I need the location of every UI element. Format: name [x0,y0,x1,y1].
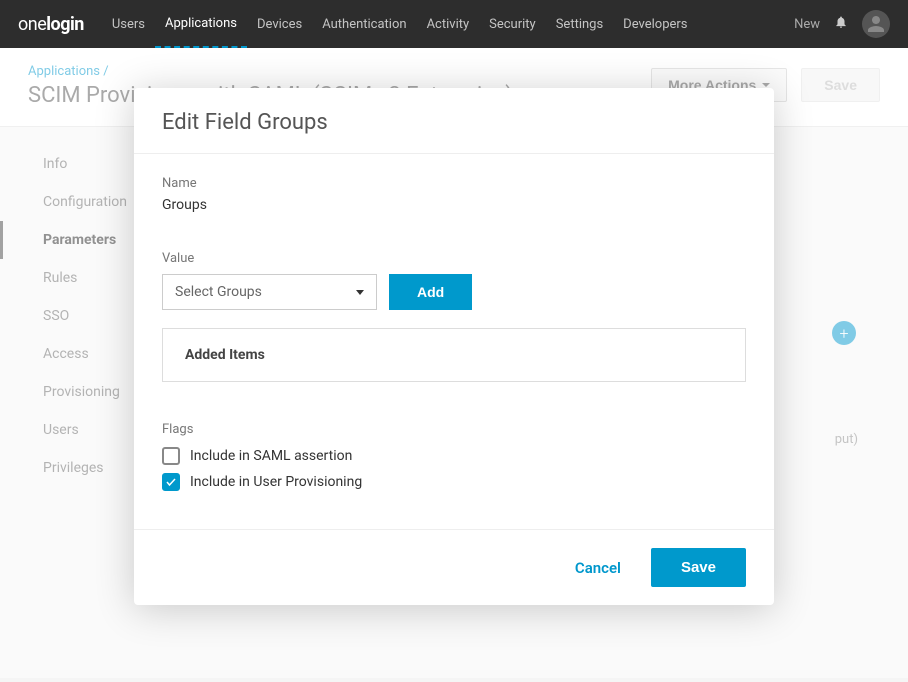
brand-bold: login [46,14,84,35]
flags-section: Flags Include in SAML assertion Include … [162,422,746,491]
value-row: Select Groups Add [162,274,746,310]
topnav-right: New [794,10,890,38]
brand-logo: onelogin [18,14,84,35]
checkbox-checked-icon [162,473,180,491]
bell-icon[interactable] [834,15,848,33]
add-button[interactable]: Add [389,274,472,310]
groups-select-placeholder: Select Groups [175,284,262,300]
chevron-down-icon [356,290,364,295]
flag-include-saml[interactable]: Include in SAML assertion [162,447,746,465]
topnav-applications[interactable]: Applications [155,0,247,48]
edit-field-groups-modal: Edit Field Groups Name Groups Value Sele… [134,88,774,605]
topnav-developers[interactable]: Developers [613,0,697,48]
avatar[interactable] [862,10,890,38]
topnav-new-label[interactable]: New [794,17,820,32]
value-field-label: Value [162,251,746,266]
topnav-activity[interactable]: Activity [417,0,480,48]
modal-header: Edit Field Groups [134,88,774,154]
name-field-label: Name [162,176,746,191]
topnav-security[interactable]: Security [479,0,546,48]
added-items-box: Added Items [162,328,746,382]
topnav-users[interactable]: Users [102,0,155,48]
added-items-label: Added Items [185,347,265,363]
name-field-value: Groups [162,197,746,213]
modal-title: Edit Field Groups [162,110,746,135]
brand-pre: one [18,14,46,35]
flags-label: Flags [162,422,746,437]
top-nav: onelogin Users Applications Devices Auth… [0,0,908,48]
topnav-devices[interactable]: Devices [247,0,312,48]
flag-include-provisioning-label: Include in User Provisioning [190,474,362,490]
topnav-authentication[interactable]: Authentication [312,0,416,48]
modal-body: Name Groups Value Select Groups Add Adde… [134,154,774,529]
checkbox-unchecked-icon [162,447,180,465]
topnav-items: Users Applications Devices Authenticatio… [102,0,698,48]
save-button-modal[interactable]: Save [651,548,746,587]
modal-overlay: Edit Field Groups Name Groups Value Sele… [0,48,908,678]
groups-select[interactable]: Select Groups [162,274,377,310]
modal-footer: Cancel Save [134,529,774,605]
cancel-button[interactable]: Cancel [575,559,621,577]
flag-include-provisioning[interactable]: Include in User Provisioning [162,473,746,491]
topnav-settings[interactable]: Settings [546,0,613,48]
flag-include-saml-label: Include in SAML assertion [190,448,352,464]
